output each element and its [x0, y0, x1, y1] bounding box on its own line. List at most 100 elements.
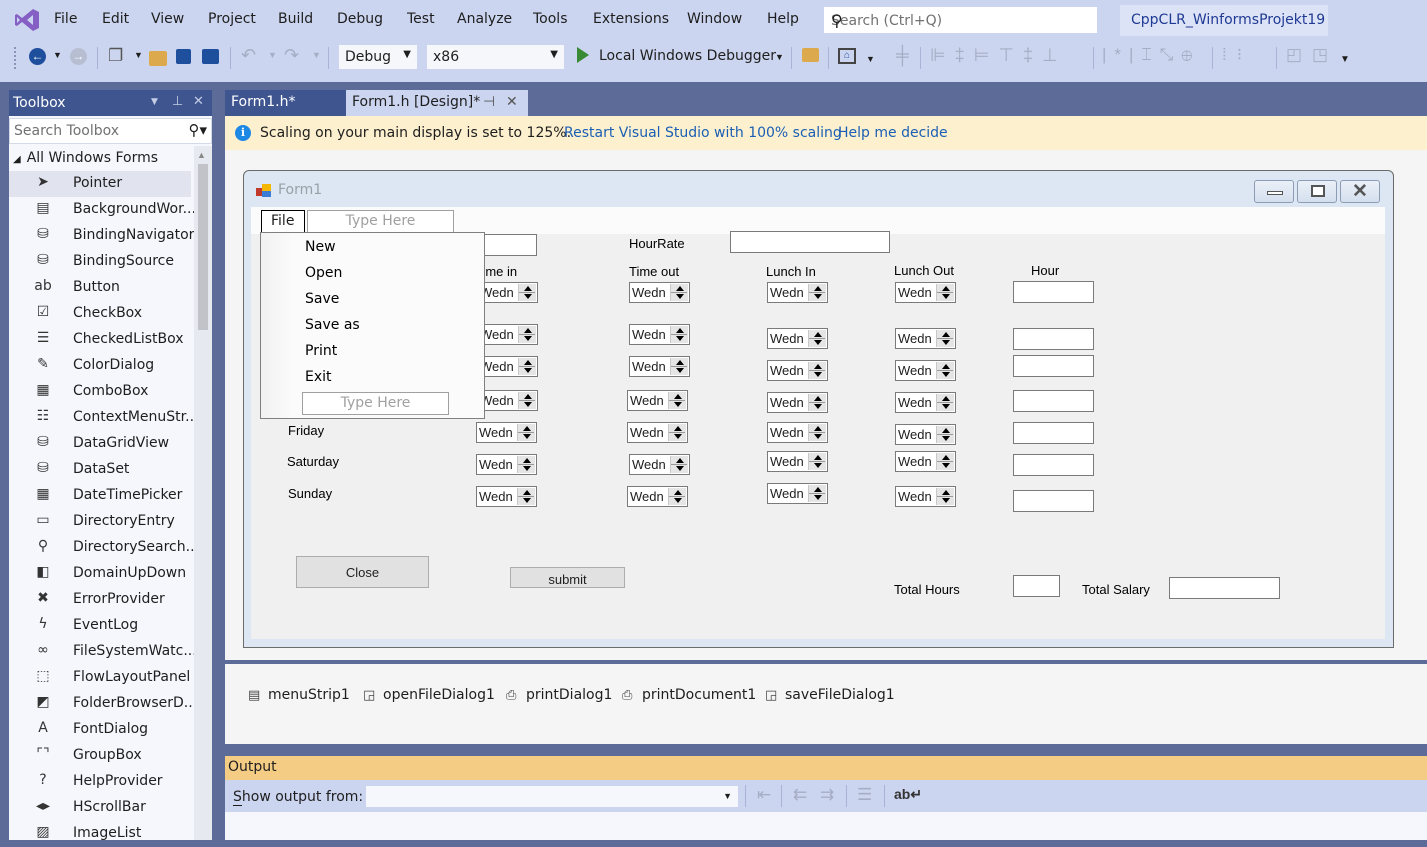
pin-icon[interactable]: ⊣	[483, 94, 495, 110]
tray-component-printdialog1[interactable]: ⎙ printDialog1	[506, 687, 612, 703]
start-debug-icon[interactable]	[577, 47, 589, 63]
tray-component-openfiledialog1[interactable]: ◲ openFileDialog1	[363, 687, 495, 703]
toolbox-item-errorprovider[interactable]: ✖ ErrorProvider	[9, 587, 191, 613]
toolbox-item-checkbox[interactable]: ☑ CheckBox	[9, 301, 191, 327]
word-wrap-icon[interactable]: ab↵	[894, 786, 922, 803]
time-out-spinner[interactable]: Wedn	[627, 390, 688, 411]
toolbox-item-button[interactable]: ab Button	[9, 275, 191, 301]
toolbox-item-directorysearch[interactable]: ⚲ DirectorySearch...	[9, 535, 199, 561]
toolbox-item-filesystemwatc[interactable]: ∞ FileSystemWatc...	[9, 639, 197, 665]
next-message-icon[interactable]: ⇉	[820, 785, 834, 805]
toolbox-item-eventlog[interactable]: ϟ EventLog	[9, 613, 191, 639]
hour-rate-textbox[interactable]	[730, 231, 890, 253]
menu-analyze[interactable]: Analyze	[457, 11, 512, 27]
form-maximize-button[interactable]	[1297, 180, 1337, 203]
open-file-icon[interactable]	[149, 51, 167, 66]
toolbox-item-hscrollbar[interactable]: ◂▸ HScrollBar	[9, 795, 191, 821]
toolbox-item-helpprovider[interactable]: ? HelpProvider	[9, 769, 191, 795]
lunch-in-spinner[interactable]: Wedn	[767, 282, 828, 303]
output-source-select[interactable]: ▼	[365, 785, 739, 808]
lunch-in-spinner[interactable]: Wedn	[767, 328, 828, 349]
menu-file[interactable]: File	[54, 11, 77, 27]
toolbox-item-contextmenustr[interactable]: ☷ ContextMenuStr...	[9, 405, 199, 431]
form-menu-file[interactable]: File	[261, 210, 305, 233]
form-minimize-button[interactable]	[1254, 180, 1294, 203]
lunch-in-spinner[interactable]: Wedn	[767, 360, 828, 381]
time-out-spinner[interactable]: Wedn	[629, 454, 690, 475]
redo-dropdown-icon[interactable]: ▼	[312, 50, 321, 60]
align-to-grid-icon[interactable]: ╪	[896, 45, 909, 66]
hour-textbox[interactable]	[1013, 490, 1094, 512]
menu-window[interactable]: Window	[687, 11, 742, 27]
solution-configuration-select[interactable]: Debug ▼	[338, 44, 418, 70]
menu-project[interactable]: Project	[208, 11, 256, 27]
help-me-decide-link[interactable]: Help me decide	[838, 125, 948, 141]
tray-component-savefiledialog1[interactable]: ◲ saveFileDialog1	[765, 687, 895, 703]
menu-item-exit[interactable]: Exit	[305, 369, 332, 385]
time-in-spinner[interactable]: Wedn	[477, 390, 538, 411]
tab-form1-design[interactable]: Form1.h [Design]* ⊣ ✕	[346, 90, 528, 116]
total-hours-textbox[interactable]	[1013, 575, 1060, 597]
dropdown-icon[interactable]: ▼	[866, 54, 875, 64]
alignment-icons[interactable]: ⊫‡⊨⊤‡⊥	[930, 45, 1067, 66]
lunch-in-spinner[interactable]: Wedn	[767, 451, 828, 472]
time-in-spinner[interactable]: Wedn	[477, 324, 538, 345]
close-icon[interactable]: ✕	[193, 94, 204, 109]
hour-textbox[interactable]	[1013, 328, 1094, 350]
hour-textbox[interactable]	[1013, 422, 1094, 444]
toolbox-item-colordialog[interactable]: ✎ ColorDialog	[9, 353, 191, 379]
lunch-in-spinner[interactable]: Wedn	[767, 392, 828, 413]
undo-icon[interactable]: ↶	[241, 45, 256, 66]
time-in-spinner[interactable]: Wedn	[476, 422, 537, 443]
lunch-out-spinner[interactable]: Wedn	[895, 451, 956, 472]
toolbox-item-backgroundwor[interactable]: ▤ BackgroundWor...	[9, 197, 196, 223]
toolbox-item-pointer[interactable]: ➤ Pointer	[9, 171, 191, 197]
new-dropdown-icon[interactable]: ▼	[134, 50, 143, 60]
menu-item-save[interactable]: Save	[305, 291, 339, 307]
time-out-spinner[interactable]: Wedn	[629, 282, 690, 303]
tray-component-printdocument1[interactable]: ⎙ printDocument1	[622, 687, 756, 703]
navigate-forward-icon[interactable]: →	[70, 48, 87, 65]
pin-icon[interactable]: ⊥	[172, 94, 183, 109]
toolbox-item-groupbox[interactable]: ⌜⌝ GroupBox	[9, 743, 191, 769]
toolbox-item-datetimepicker[interactable]: ▦ DateTimePicker	[9, 483, 191, 509]
time-out-spinner[interactable]: Wedn	[627, 486, 688, 507]
lunch-out-spinner[interactable]: Wedn	[895, 360, 956, 381]
menu-view[interactable]: View	[151, 11, 184, 27]
close-button[interactable]: Close	[296, 556, 429, 588]
toolbox-item-dataset[interactable]: ⛁ DataSet	[9, 457, 191, 483]
lunch-out-spinner[interactable]: Wedn	[895, 486, 956, 507]
name-textbox[interactable]	[478, 234, 537, 256]
lunch-in-spinner[interactable]: Wedn	[767, 483, 828, 504]
time-in-spinner[interactable]: Wedn	[477, 282, 538, 303]
menu-item-new[interactable]: New	[305, 239, 336, 255]
toolbox-item-checkedlistbox[interactable]: ☰ CheckedListBox	[9, 327, 191, 353]
toolbox-item-bindingnavigator[interactable]: ⛁ BindingNavigator	[9, 223, 194, 249]
form-close-button[interactable]: ✕	[1340, 180, 1380, 203]
menu-item-print[interactable]: Print	[305, 343, 337, 359]
previous-message-icon[interactable]: ⇇	[793, 785, 807, 805]
toolbox-item-domainupdown[interactable]: ◧ DomainUpDown	[9, 561, 191, 587]
menu-type-here-input[interactable]: Type Here	[307, 210, 454, 233]
window-position-icon[interactable]: ▼	[151, 97, 158, 107]
lunch-out-spinner[interactable]: Wedn	[895, 424, 956, 445]
menu-item-save-as[interactable]: Save as	[305, 317, 360, 333]
redo-icon[interactable]: ↷	[284, 45, 299, 66]
find-message-icon[interactable]: ⇤	[757, 785, 771, 805]
tab-form1-h[interactable]: Form1.h*	[225, 90, 346, 116]
menu-debug[interactable]: Debug	[337, 11, 383, 27]
menu-test[interactable]: Test	[407, 11, 435, 27]
menu-build[interactable]: Build	[278, 11, 313, 27]
toolbox-item-bindingsource[interactable]: ⛁ BindingSource	[9, 249, 191, 275]
submit-button[interactable]: submit	[510, 567, 625, 588]
toolbox-item-flowlayoutpanel[interactable]: ⬚ FlowLayoutPanel	[9, 665, 191, 691]
spacing-icons[interactable]: ⁞⁝	[1222, 45, 1252, 65]
toolbox-item-datagridview[interactable]: ⛁ DataGridView	[9, 431, 191, 457]
back-dropdown-icon[interactable]: ▼	[53, 50, 62, 60]
scrollbar-thumb[interactable]	[198, 164, 208, 330]
menu-help[interactable]: Help	[767, 11, 799, 27]
global-search-input[interactable]: Search (Ctrl+Q) ⚲	[823, 6, 1098, 34]
time-in-spinner[interactable]: Wedn	[477, 356, 538, 377]
output-text-area[interactable]	[225, 812, 1427, 840]
navigate-back-icon[interactable]: ←	[29, 48, 46, 65]
